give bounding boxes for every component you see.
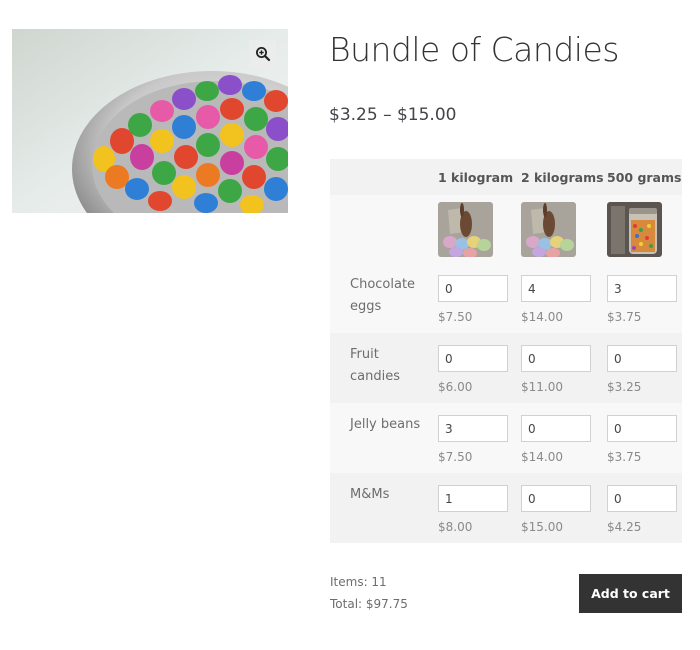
quantity-input[interactable] (521, 275, 591, 302)
quantity-input[interactable] (607, 415, 677, 442)
thumbnail-row (330, 195, 682, 263)
items-count: Items: 11 (330, 575, 387, 589)
product-image[interactable] (12, 29, 288, 213)
variation-price: $3.25 (607, 380, 642, 394)
variation-price: $15.00 (521, 520, 563, 534)
total-price: Total: $97.75 (330, 597, 408, 611)
variation-price: $4.25 (607, 520, 642, 534)
add-to-cart-button[interactable]: Add to cart (579, 574, 682, 613)
variation-price: $11.00 (521, 380, 563, 394)
candy-jar-thumbnail[interactable] (607, 202, 662, 257)
table-row-mms: M&Ms $8.00 $15.00 $4.25 (330, 473, 682, 543)
chocolate-eggs-thumbnail[interactable] (438, 202, 493, 257)
variation-price: $6.00 (438, 380, 473, 394)
table-row-fruit-candies: Fruit candies $6.00 $11.00 $3.25 (330, 333, 682, 403)
quantity-input[interactable] (438, 275, 508, 302)
column-header-2kg: 2 kilograms (521, 169, 604, 185)
table-row-chocolate-eggs: Chocolate eggs $7.50 $14.00 $3.75 (330, 263, 682, 333)
row-label: M&Ms (350, 487, 390, 502)
variation-price: $3.75 (607, 310, 642, 324)
column-header-1kg: 1 kilogram (438, 169, 514, 185)
variation-price: $7.50 (438, 450, 473, 464)
zoom-in-icon[interactable] (249, 40, 276, 67)
quantity-input[interactable] (607, 485, 677, 512)
quantity-input[interactable] (438, 485, 508, 512)
variation-table: 1 kilogram 2 kilograms 500 grams Chocola… (330, 159, 682, 543)
table-header-row: 1 kilogram 2 kilograms 500 grams (330, 159, 682, 195)
product-title: Bundle of Candies (329, 30, 619, 69)
quantity-input[interactable] (438, 345, 508, 372)
quantity-input[interactable] (607, 275, 677, 302)
product-price-range: $3.25 – $15.00 (329, 105, 457, 125)
order-summary: Items: 11 Total: $97.75 (330, 571, 408, 615)
variation-price: $14.00 (521, 450, 563, 464)
row-label: Fruit candies (350, 347, 400, 384)
quantity-input[interactable] (521, 415, 591, 442)
quantity-input[interactable] (521, 485, 591, 512)
row-label: Jelly beans (350, 417, 421, 432)
variation-price: $7.50 (438, 310, 473, 324)
candy-bowl-photo (12, 29, 288, 213)
quantity-input[interactable] (607, 345, 677, 372)
row-label: Chocolate eggs (350, 277, 416, 314)
table-row-jelly-beans: Jelly beans $7.50 $14.00 $3.75 (330, 403, 682, 473)
variation-price: $8.00 (438, 520, 473, 534)
variation-price: $14.00 (521, 310, 563, 324)
variation-price: $3.75 (607, 450, 642, 464)
quantity-input[interactable] (438, 415, 508, 442)
column-header-500g: 500 grams (607, 169, 682, 185)
quantity-input[interactable] (521, 345, 591, 372)
chocolate-eggs-thumbnail-2[interactable] (521, 202, 576, 257)
